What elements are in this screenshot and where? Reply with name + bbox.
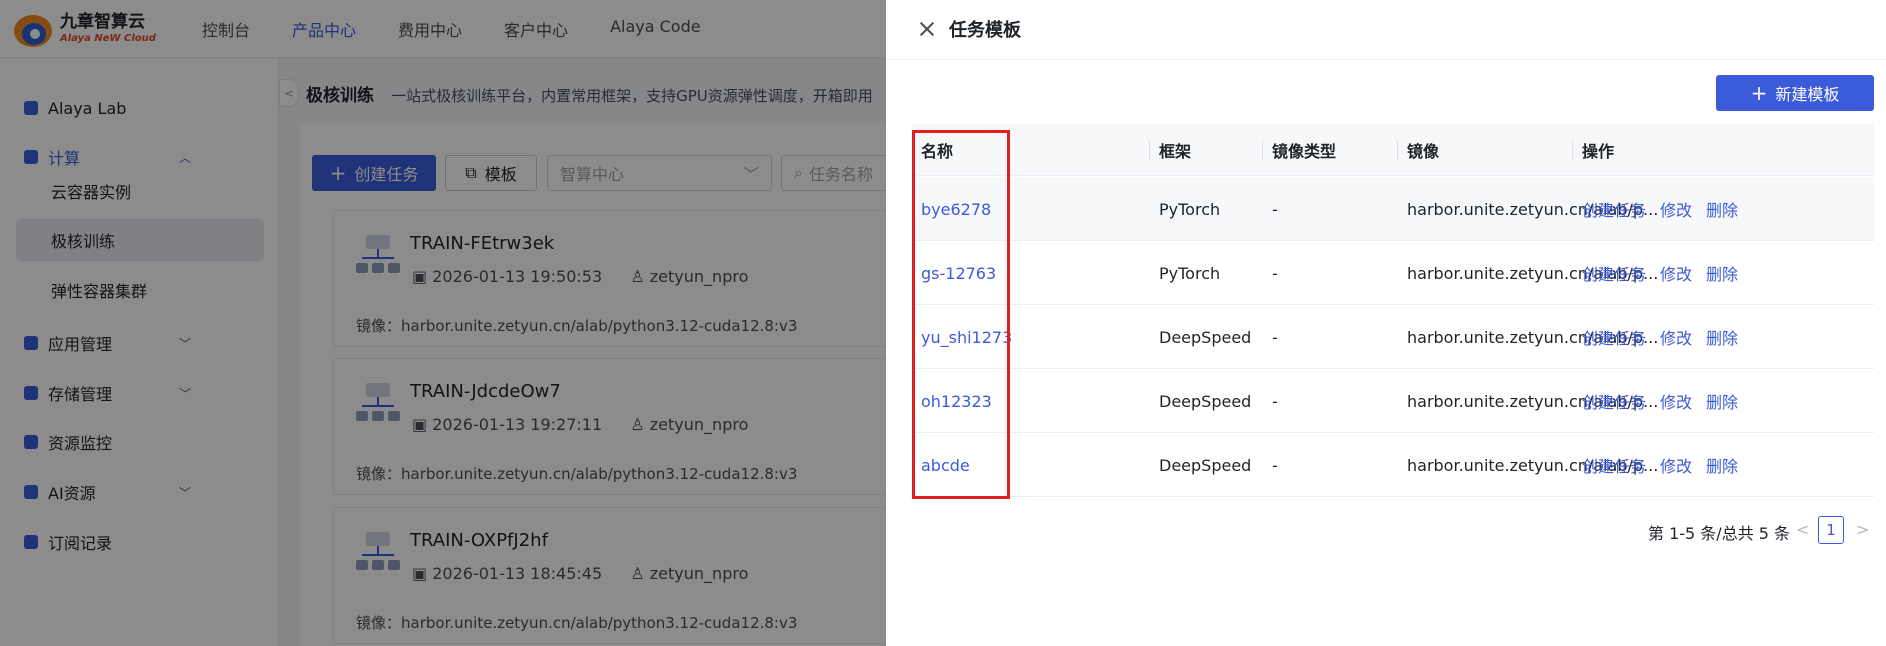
column-header-actions: 操作 [1582, 142, 1615, 161]
pagination: 第 1-5 条/总共 5 条 < 1 > [886, 516, 1886, 546]
table-row: gs-12763 PyTorch - harbor.unite.zetyun.c… [912, 241, 1874, 305]
create-task-action[interactable]: 创建任务 [1582, 389, 1646, 413]
template-image-type: - [1272, 327, 1278, 347]
template-framework: DeepSpeed [1159, 391, 1252, 411]
template-framework: PyTorch [1159, 199, 1221, 219]
edit-action[interactable]: 修改 [1660, 389, 1692, 413]
close-icon[interactable] [916, 18, 938, 40]
table-row: bye6278 PyTorch - harbor.unite.zetyun.cn… [912, 177, 1874, 241]
template-image-type: - [1272, 391, 1278, 411]
edit-action[interactable]: 修改 [1660, 197, 1692, 221]
row-actions: 创建任务 修改 删除 [1582, 241, 1752, 305]
template-framework: DeepSpeed [1159, 327, 1252, 347]
new-template-button[interactable]: + 新建模板 [1716, 75, 1874, 111]
create-task-action[interactable]: 创建任务 [1582, 197, 1646, 221]
drawer-title: 任务模板 [949, 20, 1021, 41]
edit-action[interactable]: 修改 [1660, 261, 1692, 285]
column-header-image-type: 镜像类型 [1272, 142, 1337, 161]
chevron-left-icon[interactable]: < [1796, 520, 1809, 539]
delete-action[interactable]: 删除 [1706, 197, 1738, 221]
template-framework: DeepSpeed [1159, 455, 1252, 475]
template-framework: PyTorch [1159, 263, 1221, 283]
new-template-label: 新建模板 [1775, 85, 1840, 104]
table-row: oh12323 DeepSpeed - harbor.unite.zetyun.… [912, 369, 1874, 433]
pagination-summary: 第 1-5 条/总共 5 条 [1648, 524, 1791, 543]
column-header-image: 镜像 [1407, 142, 1440, 161]
template-image-type: - [1272, 263, 1278, 283]
delete-action[interactable]: 删除 [1706, 453, 1738, 477]
create-task-action[interactable]: 创建任务 [1582, 325, 1646, 349]
create-task-action[interactable]: 创建任务 [1582, 261, 1646, 285]
name-column-highlight [912, 130, 1010, 499]
table-header: 名称 框架 镜像类型 镜像 操作 [912, 124, 1874, 176]
edit-action[interactable]: 修改 [1660, 453, 1692, 477]
modal-overlay[interactable] [0, 0, 886, 646]
plus-icon: + [1750, 81, 1768, 105]
row-actions: 创建任务 修改 删除 [1582, 177, 1752, 241]
row-actions: 创建任务 修改 删除 [1582, 433, 1752, 497]
task-template-drawer: 任务模板 + 新建模板 名称 框架 镜像类型 镜像 操作 bye6278 PyT… [886, 0, 1886, 646]
create-task-action[interactable]: 创建任务 [1582, 453, 1646, 477]
column-header-framework: 框架 [1159, 142, 1192, 161]
delete-action[interactable]: 删除 [1706, 261, 1738, 285]
delete-action[interactable]: 删除 [1706, 325, 1738, 349]
table-row: abcde DeepSpeed - harbor.unite.zetyun.cn… [912, 433, 1874, 497]
delete-action[interactable]: 删除 [1706, 389, 1738, 413]
chevron-right-icon[interactable]: > [1856, 520, 1869, 539]
row-actions: 创建任务 修改 删除 [1582, 369, 1752, 433]
row-actions: 创建任务 修改 删除 [1582, 305, 1752, 369]
edit-action[interactable]: 修改 [1660, 325, 1692, 349]
pagination-page[interactable]: 1 [1818, 516, 1844, 544]
template-image-type: - [1272, 199, 1278, 219]
template-image-type: - [1272, 455, 1278, 475]
drawer-header: 任务模板 [886, 0, 1886, 60]
table-row: yu_shi1273 DeepSpeed - harbor.unite.zety… [912, 305, 1874, 369]
